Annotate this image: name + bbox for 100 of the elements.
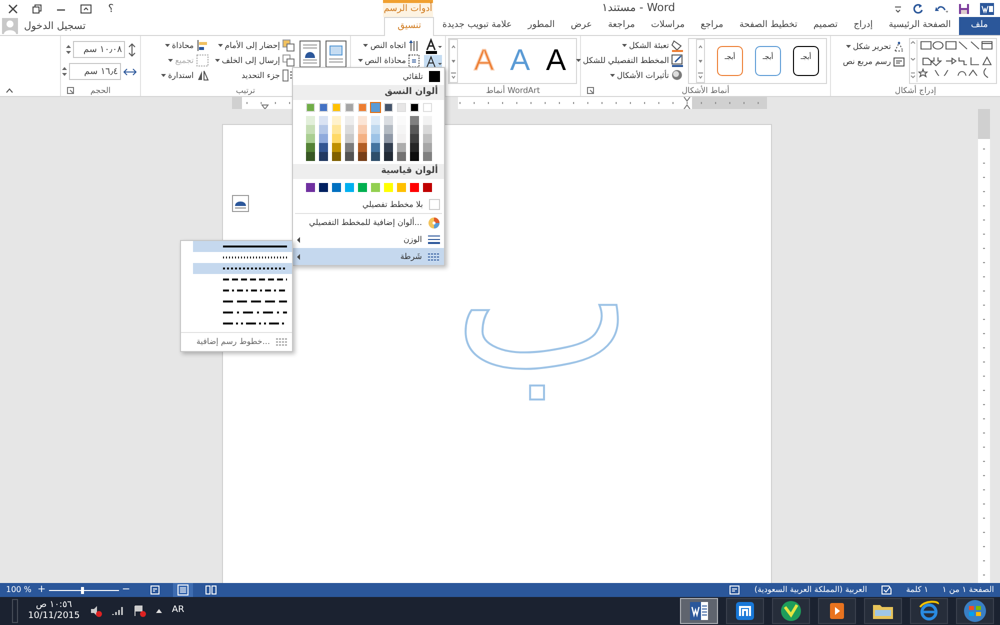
dialog-launcher-icon[interactable] — [587, 87, 594, 94]
gallery-scroll-buttons[interactable] — [696, 39, 705, 83]
bring-forward-button[interactable]: إحضار إلى الأمام — [212, 38, 295, 53]
weight-item[interactable]: الوزن — [293, 231, 444, 248]
position-icon[interactable] — [325, 40, 347, 70]
no-outline-item[interactable]: بلا مخطط تفصيلي — [293, 196, 444, 213]
word-count[interactable]: ١ كلمة — [906, 584, 928, 596]
save-icon[interactable] — [958, 2, 970, 14]
color-shade-column[interactable] — [358, 116, 366, 161]
dash-style-option[interactable] — [193, 263, 292, 274]
macro-recording-icon[interactable] — [729, 585, 740, 595]
ribbon-tab[interactable]: إدراج — [846, 17, 881, 35]
color-swatch[interactable] — [344, 183, 354, 192]
ribbon-tab[interactable]: مراسلات — [643, 17, 693, 35]
sign-in-link[interactable]: تسجيل الدخول — [24, 18, 86, 34]
automatic-color-item[interactable]: تلقائي — [293, 68, 444, 85]
help-button[interactable]: ؟ — [106, 3, 116, 14]
page-count[interactable]: الصفحة ١ من ١ — [942, 584, 994, 596]
color-shade-column[interactable] — [422, 116, 432, 161]
read-mode-icon[interactable] — [205, 585, 218, 595]
color-swatch[interactable] — [370, 103, 380, 112]
spinner-icon[interactable] — [66, 44, 71, 55]
ribbon-options-icon[interactable] — [80, 4, 92, 14]
customize-toolbar-icon[interactable] — [894, 4, 902, 14]
zoom-out-button[interactable]: − — [122, 585, 130, 595]
color-swatch[interactable] — [332, 103, 340, 112]
slider-thumb[interactable] — [80, 586, 84, 594]
color-swatch[interactable] — [318, 103, 328, 112]
color-swatch[interactable] — [384, 183, 392, 192]
align-button[interactable]: محاذاة — [158, 38, 209, 53]
more-lines-item[interactable]: خطوط رسم إضافية... — [181, 333, 292, 351]
color-swatch[interactable] — [344, 103, 354, 112]
send-backward-button[interactable]: إرسال إلى الخلف — [212, 53, 295, 68]
selection-pane-button[interactable]: جزء التحديد — [212, 68, 295, 83]
wrap-text-icon[interactable] — [299, 40, 321, 70]
restore-icon[interactable] — [32, 4, 42, 14]
collapse-ribbon-icon[interactable] — [6, 88, 13, 93]
text-fill-button[interactable] — [424, 38, 442, 55]
redo-icon[interactable] — [912, 2, 924, 14]
dash-style-option[interactable] — [193, 241, 292, 252]
color-swatch[interactable] — [332, 183, 340, 192]
shape-width-field[interactable]: ١٦٫٤ سم — [69, 63, 121, 80]
layout-options-icon[interactable] — [232, 195, 249, 212]
color-swatch[interactable] — [370, 183, 380, 192]
color-swatch[interactable] — [318, 183, 328, 192]
color-shade-column[interactable] — [318, 116, 328, 161]
start-button[interactable] — [956, 598, 994, 624]
ribbon-tab[interactable]: تخطيط الصفحة — [731, 17, 806, 35]
color-shade-column[interactable] — [410, 116, 418, 161]
ribbon-tab[interactable]: علامة تبويب جديدة — [434, 17, 520, 35]
web-layout-icon[interactable] — [150, 585, 162, 595]
color-swatch[interactable] — [358, 103, 366, 112]
browser-icon[interactable] — [910, 598, 948, 624]
color-swatch[interactable] — [410, 183, 418, 192]
action-center-icon[interactable] — [134, 605, 146, 617]
ribbon-tab[interactable]: مراجع — [692, 17, 732, 35]
wordart-style-sample[interactable]: A — [546, 46, 566, 76]
shape-effects-button[interactable]: تأثيرات الأشكال — [574, 68, 684, 83]
text-box-button[interactable]: رسم مربع نص — [842, 54, 905, 69]
color-shade-column[interactable] — [384, 116, 392, 161]
edit-shape-button[interactable]: تحرير شكل — [842, 39, 905, 54]
spinner-icon[interactable] — [62, 66, 67, 77]
shape-height-field[interactable]: ١٠٫٠٨ سم — [73, 41, 125, 58]
color-shade-column[interactable] — [344, 116, 354, 161]
shape-outline-button[interactable]: المخطط التفصيلي للشكل — [574, 53, 684, 68]
ribbon-tab[interactable]: الصفحة الرئيسية — [880, 17, 959, 35]
word-app-icon[interactable] — [680, 598, 718, 624]
color-shade-column[interactable] — [396, 116, 406, 161]
color-swatch[interactable] — [358, 183, 366, 192]
zoom-level[interactable]: 100 % — [6, 584, 32, 596]
tray-expand-icon[interactable] — [156, 609, 162, 613]
zoom-in-button[interactable]: + — [37, 585, 46, 595]
text-direction-button[interactable]: اتجاه النص — [356, 38, 420, 53]
close-icon[interactable] — [8, 4, 18, 14]
color-shade-column[interactable] — [306, 116, 314, 161]
app-icon[interactable] — [772, 598, 810, 624]
color-swatch[interactable] — [306, 103, 314, 112]
ribbon-tab[interactable]: تصميم — [805, 17, 846, 35]
browser-icon[interactable] — [726, 598, 764, 624]
media-player-icon[interactable] — [818, 598, 856, 624]
more-colors-item[interactable]: ألوان إضافية للمخطط التفصيلي... — [293, 214, 444, 231]
print-layout-icon[interactable] — [173, 583, 194, 597]
color-shade-column[interactable] — [370, 116, 380, 161]
shape-fill-button[interactable]: تعبئة الشكل — [574, 38, 684, 53]
rotate-button[interactable]: استدارة — [158, 68, 209, 83]
color-swatch[interactable] — [396, 183, 406, 192]
color-swatch[interactable] — [422, 103, 432, 112]
dialog-launcher-icon[interactable] — [67, 87, 74, 94]
color-swatch[interactable] — [306, 183, 314, 192]
input-language[interactable]: AR — [172, 604, 184, 618]
language-indicator[interactable]: العربية (المملكة العربية السعودية) — [754, 584, 868, 596]
shape-gallery[interactable] — [909, 38, 997, 84]
ribbon-tab[interactable]: عرض — [562, 17, 600, 35]
ribbon-tab[interactable]: ملف — [958, 17, 1000, 35]
proofing-icon[interactable] — [881, 585, 892, 595]
align-text-button[interactable]: محاذاة النص — [356, 53, 420, 68]
color-swatch[interactable] — [410, 103, 418, 112]
color-swatch[interactable] — [396, 103, 406, 112]
dash-item[interactable]: شَرطة — [293, 248, 444, 265]
color-swatch[interactable] — [422, 183, 432, 192]
